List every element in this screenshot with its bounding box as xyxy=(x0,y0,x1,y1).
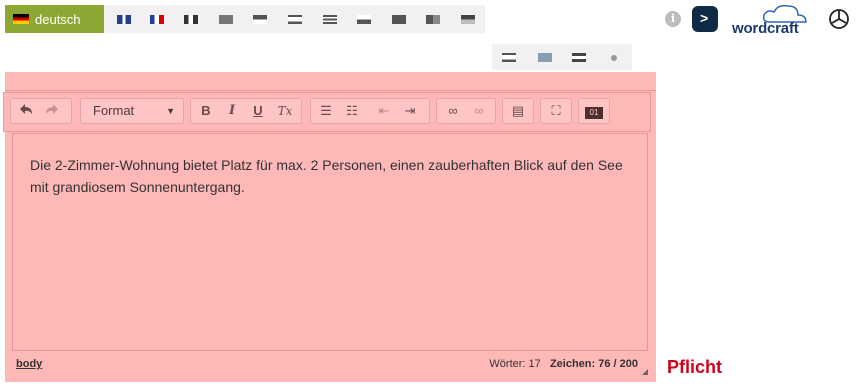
source-icon[interactable]: 01 xyxy=(583,99,605,123)
flag-icon-9[interactable] xyxy=(392,15,406,24)
chevron-down-icon: ▼ xyxy=(166,106,175,116)
german-flag-icon xyxy=(13,14,29,24)
bulleted-list-icon[interactable]: ☷ xyxy=(341,99,363,123)
list-group: ☰ ☷ ⇤ ⇥ xyxy=(310,98,430,124)
divider xyxy=(5,90,656,91)
flag-icon-4[interactable] xyxy=(219,15,233,24)
indent-icon[interactable]: ⇥ xyxy=(399,99,421,123)
required-label: Pflicht xyxy=(667,357,723,377)
format-label: Format xyxy=(93,103,135,118)
italic-button[interactable]: I xyxy=(221,99,243,123)
flag-icon-14[interactable] xyxy=(572,53,586,62)
info-icon[interactable]: i xyxy=(665,11,681,27)
element-path[interactable]: body xyxy=(16,358,42,370)
redo-icon[interactable] xyxy=(41,99,63,123)
language-label: deutsch xyxy=(35,11,81,27)
resize-handle[interactable] xyxy=(642,369,648,375)
counter: Wörter: 17 Zeichen: 76 / 200 xyxy=(489,358,638,370)
paste-group: ▤ xyxy=(502,98,534,124)
flag-icon-13[interactable] xyxy=(538,53,552,62)
editor-text: Die 2-Zimmer-Wohnung bietet Platz für ma… xyxy=(30,157,623,195)
maximize-group: ⛶ xyxy=(540,98,572,124)
clear-format-button[interactable]: Tx xyxy=(273,99,297,123)
history-group xyxy=(10,98,72,124)
unlink-icon[interactable]: ∞ xyxy=(467,99,491,123)
numbered-list-icon[interactable]: ☰ xyxy=(315,99,337,123)
openai-icon[interactable] xyxy=(826,6,852,32)
fr-flag-icon[interactable] xyxy=(150,15,164,24)
flag-icon-6[interactable] xyxy=(288,15,302,24)
source-group: 01 xyxy=(578,98,610,124)
word-count: Wörter: 17 xyxy=(489,358,541,370)
flag-icon-12[interactable] xyxy=(502,53,516,62)
outdent-icon[interactable]: ⇤ xyxy=(373,99,395,123)
paste-icon[interactable]: ▤ xyxy=(507,99,529,123)
bold-button[interactable]: B xyxy=(195,99,217,123)
flag-icon-11[interactable] xyxy=(461,15,475,24)
link-icon[interactable]: ∞ xyxy=(441,99,465,123)
flag-icon-8[interactable] xyxy=(357,15,371,24)
editor-statusbar: body Wörter: 17 Zeichen: 76 / 200 xyxy=(12,353,648,375)
link-group: ∞ ∞ xyxy=(436,98,496,124)
editor-toolbar: Format ▼ B I U Tx ☰ ☷ ⇤ ⇥ ∞ ∞ ▤ ⛶ 01 xyxy=(3,92,651,132)
underline-button[interactable]: U xyxy=(247,99,269,123)
flag-icon-10[interactable] xyxy=(426,15,440,24)
wordcraft-logo[interactable]: wordcraft xyxy=(732,4,822,38)
text-style-group: B I U Tx xyxy=(190,98,302,124)
flag-icon-5[interactable] xyxy=(253,15,267,24)
uk-flag-icon[interactable] xyxy=(117,15,131,24)
it-flag-icon[interactable] xyxy=(184,15,198,24)
language-tab-deutsch[interactable]: deutsch xyxy=(5,5,104,33)
editor-content[interactable]: Die 2-Zimmer-Wohnung bietet Platz für ma… xyxy=(12,133,648,351)
format-dropdown[interactable]: Format ▼ xyxy=(80,98,184,124)
char-count: Zeichen: 76 / 200 xyxy=(549,358,638,370)
language-flags-row2 xyxy=(492,44,632,70)
maximize-icon[interactable]: ⛶ xyxy=(545,99,567,123)
deepl-icon[interactable]: > xyxy=(692,6,718,32)
flag-icon-15[interactable] xyxy=(611,55,617,61)
flag-icon-7[interactable] xyxy=(323,15,337,24)
undo-icon[interactable] xyxy=(15,99,37,123)
